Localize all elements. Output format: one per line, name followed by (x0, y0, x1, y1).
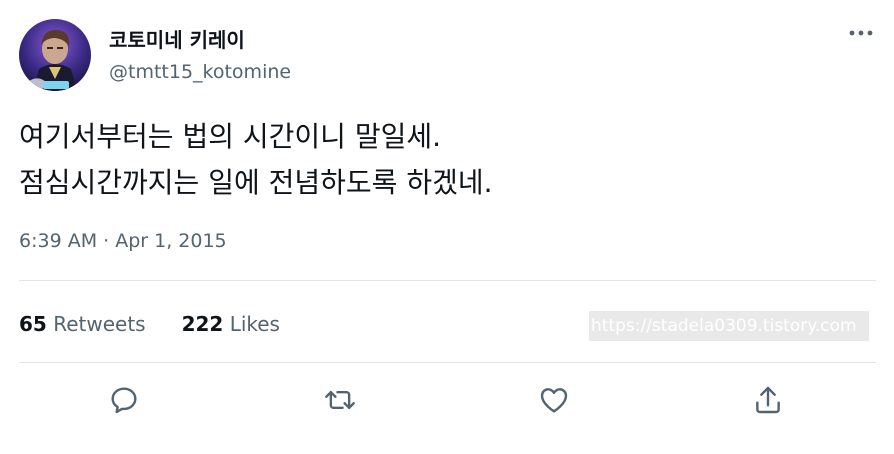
author-handle[interactable]: @tmtt15_kotomine (109, 61, 291, 83)
reply-button[interactable] (106, 382, 142, 418)
more-icon (849, 30, 873, 36)
retweet-button[interactable] (322, 382, 358, 418)
like-button[interactable] (536, 382, 572, 418)
reply-icon (111, 387, 137, 414)
likes-label: Likes (229, 312, 280, 336)
likes-stat[interactable]: 222 Likes (182, 312, 280, 336)
character-avatar-icon (19, 19, 91, 91)
avatar[interactable] (19, 19, 91, 91)
share-icon (756, 386, 780, 414)
divider (19, 362, 876, 363)
retweets-label: Retweets (53, 312, 146, 336)
tweet-timestamp[interactable]: 6:39 AM · Apr 1, 2015 (19, 230, 227, 252)
likes-count: 222 (181, 312, 224, 336)
retweets-stat[interactable]: 65 Retweets (19, 312, 146, 336)
retweet-icon (325, 390, 355, 410)
watermark: https://stadela0309.tistory.com (589, 311, 869, 341)
more-button[interactable] (846, 22, 876, 44)
heart-icon (540, 388, 568, 413)
tweet-text-line: 여기서부터는 법의 시간이니 말일세. (19, 120, 442, 153)
tweet-stats: 65 Retweets 222 Likes (19, 312, 316, 336)
share-button[interactable] (750, 382, 786, 418)
tweet-text: 여기서부터는 법의 시간이니 말일세. 점심시간까지는 일에 전념하도록 하겠네… (19, 114, 493, 206)
author-display-name[interactable]: 코토미네 키레이 (109, 24, 245, 53)
tweet-card: 코토미네 키레이 @tmtt15_kotomine 여기서부터는 법의 시간이니… (0, 0, 894, 454)
retweets-count: 65 (19, 312, 47, 336)
divider (19, 280, 876, 281)
tweet-text-line: 점심시간까지는 일에 전념하도록 하겠네. (19, 166, 493, 199)
